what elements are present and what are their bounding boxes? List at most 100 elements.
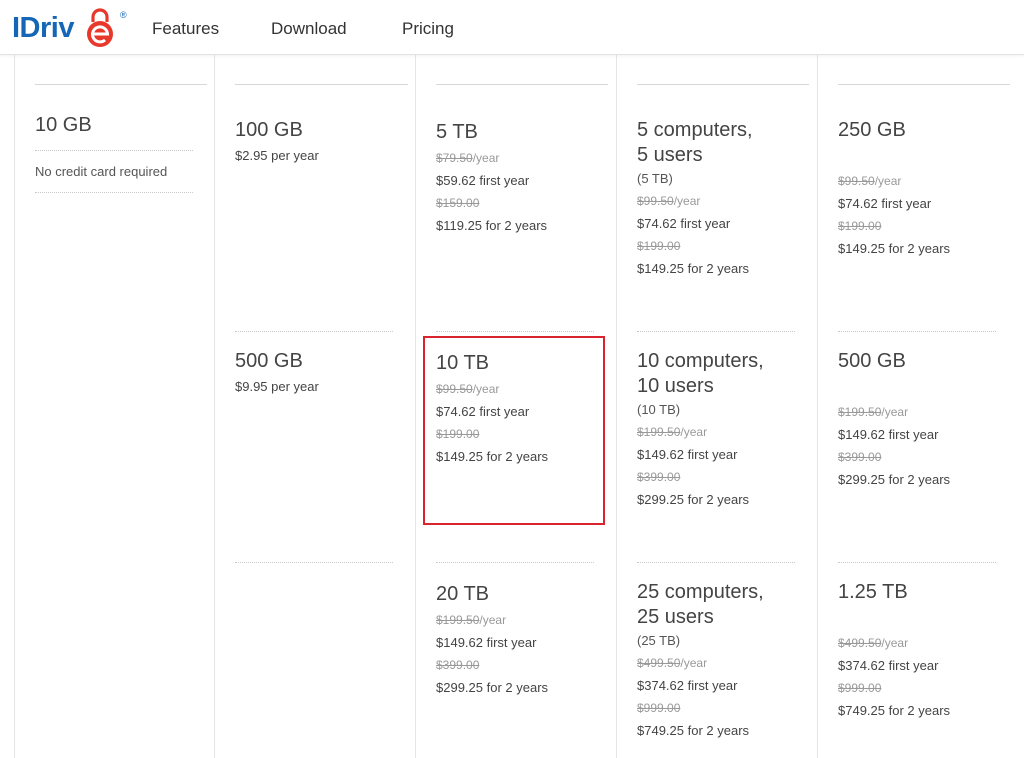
plan-price: $2.95 per year xyxy=(235,148,319,163)
registered-mark: ® xyxy=(120,10,127,20)
plan-free: 10 GB xyxy=(35,113,195,138)
plan-title: 5 computers, xyxy=(637,119,753,141)
price-old-two: $999.00 xyxy=(637,700,764,716)
nav-pricing[interactable]: Pricing xyxy=(402,19,454,39)
column-top-rule xyxy=(436,84,608,85)
row-divider xyxy=(436,562,594,563)
price-first-year: $74.62 first year xyxy=(838,196,932,211)
column-divider xyxy=(214,54,215,758)
price-old-year: $79.50/year xyxy=(436,150,547,166)
highlight-box xyxy=(423,336,605,525)
plan-title: 1.25 TB xyxy=(838,581,908,603)
price-unit: /year xyxy=(472,151,500,165)
strike-price: $399.00 xyxy=(436,658,480,672)
plan-capacity: (25 TB) xyxy=(637,633,681,648)
price-unit: /year xyxy=(881,636,909,650)
column-divider xyxy=(817,54,818,758)
strike-price: $199.50 xyxy=(436,613,480,627)
price-unit: /year xyxy=(874,174,902,188)
plan-personal-5tb: 5 TB $79.50/year $59.62 first year $159.… xyxy=(436,120,547,235)
price-two-years: $149.25 for 2 years xyxy=(637,261,750,276)
price-old-two: $399.00 xyxy=(838,449,950,465)
plan-capacity: (10 TB) xyxy=(637,402,681,417)
plan-team-25: 25 computers, 25 users (25 TB) $499.50/y… xyxy=(637,580,764,740)
strike-price: $999.00 xyxy=(637,701,681,715)
strike-price: $99.50 xyxy=(838,174,875,188)
row-divider xyxy=(436,331,594,332)
plan-title: 500 GB xyxy=(838,350,906,372)
plan-mini-500gb: 500 GB $9.95 per year xyxy=(235,349,319,396)
price-old-year: $499.50/year xyxy=(838,635,950,651)
price-old-two: $399.00 xyxy=(637,469,764,485)
price-old-two: $199.00 xyxy=(637,238,753,254)
row-divider xyxy=(35,192,193,193)
strike-price: $399.00 xyxy=(637,470,681,484)
plan-price: $9.95 per year xyxy=(235,379,319,394)
price-two-years: $149.25 for 2 years xyxy=(838,241,951,256)
price-two-years: $299.25 for 2 years xyxy=(838,472,951,487)
nav-features[interactable]: Features xyxy=(152,19,219,39)
price-old-year: $99.50/year xyxy=(838,173,950,189)
price-two-years: $749.25 for 2 years xyxy=(637,723,750,738)
price-first-year: $59.62 first year xyxy=(436,173,530,188)
row-divider xyxy=(235,331,393,332)
price-first-year: $374.62 first year xyxy=(637,678,738,693)
price-first-year: $74.62 first year xyxy=(637,216,731,231)
price-two-years: $119.25 for 2 years xyxy=(436,218,548,233)
plan-title: 10 computers, xyxy=(637,350,764,372)
strike-price: $199.50 xyxy=(838,405,882,419)
price-unit: /year xyxy=(881,405,909,419)
price-old-two: $999.00 xyxy=(838,680,950,696)
plan-mini-100gb: 100 GB $2.95 per year xyxy=(235,118,319,165)
price-two-years: $299.25 for 2 years xyxy=(436,680,549,695)
price-first-year: $149.62 first year xyxy=(637,447,738,462)
free-note-block: No credit card required xyxy=(35,163,195,181)
column-top-rule xyxy=(838,84,1010,85)
plan-title-line2: 5 users xyxy=(637,144,703,166)
plan-business-1-25tb: 1.25 TB $499.50/year $374.62 first year … xyxy=(838,580,950,720)
row-divider xyxy=(838,562,996,563)
strike-price: $499.50 xyxy=(637,656,681,670)
column-top-rule xyxy=(35,84,207,85)
free-note: No credit card required xyxy=(35,164,168,179)
price-old-year: $99.50/year xyxy=(637,193,753,209)
plan-title-line2: 10 users xyxy=(637,375,714,397)
price-unit: /year xyxy=(479,613,507,627)
price-old-two: $199.00 xyxy=(838,218,950,234)
plan-title: 10 GB xyxy=(35,114,92,136)
price-old-year: $199.50/year xyxy=(637,424,764,440)
price-first-year: $149.62 first year xyxy=(436,635,537,650)
row-divider xyxy=(235,562,393,563)
row-divider xyxy=(35,150,193,151)
logo-text: IDriv xyxy=(12,12,74,44)
strike-price: $99.50 xyxy=(637,194,674,208)
strike-price: $399.00 xyxy=(838,450,882,464)
plan-business-500gb: 500 GB $199.50/year $149.62 first year $… xyxy=(838,349,950,489)
price-unit: /year xyxy=(680,425,708,439)
price-first-year: $374.62 first year xyxy=(838,658,939,673)
plan-title: 500 GB xyxy=(235,350,303,372)
strike-price: $199.00 xyxy=(838,219,882,233)
column-top-rule xyxy=(637,84,809,85)
logo-e-lock-icon xyxy=(87,8,113,47)
strike-price: $199.50 xyxy=(637,425,681,439)
plan-capacity: (5 TB) xyxy=(637,171,673,186)
row-divider xyxy=(838,331,996,332)
plan-title: 20 TB xyxy=(436,583,489,605)
price-first-year: $149.62 first year xyxy=(838,427,939,442)
strike-price: $499.50 xyxy=(838,636,882,650)
plan-title: 250 GB xyxy=(838,119,906,141)
plan-title: 5 TB xyxy=(436,121,478,143)
plan-team-10: 10 computers, 10 users (10 TB) $199.50/y… xyxy=(637,349,764,509)
price-two-years: $749.25 for 2 years xyxy=(838,703,951,718)
strike-price: $999.00 xyxy=(838,681,882,695)
plan-title: 25 computers, xyxy=(637,581,764,603)
strike-price: $159.00 xyxy=(436,196,480,210)
price-old-year: $199.50/year xyxy=(436,612,548,628)
plan-personal-20tb: 20 TB $199.50/year $149.62 first year $3… xyxy=(436,582,548,697)
row-divider xyxy=(637,562,795,563)
nav-download[interactable]: Download xyxy=(271,19,347,39)
row-divider xyxy=(637,331,795,332)
column-top-rule xyxy=(235,84,408,85)
strike-price: $79.50 xyxy=(436,151,473,165)
